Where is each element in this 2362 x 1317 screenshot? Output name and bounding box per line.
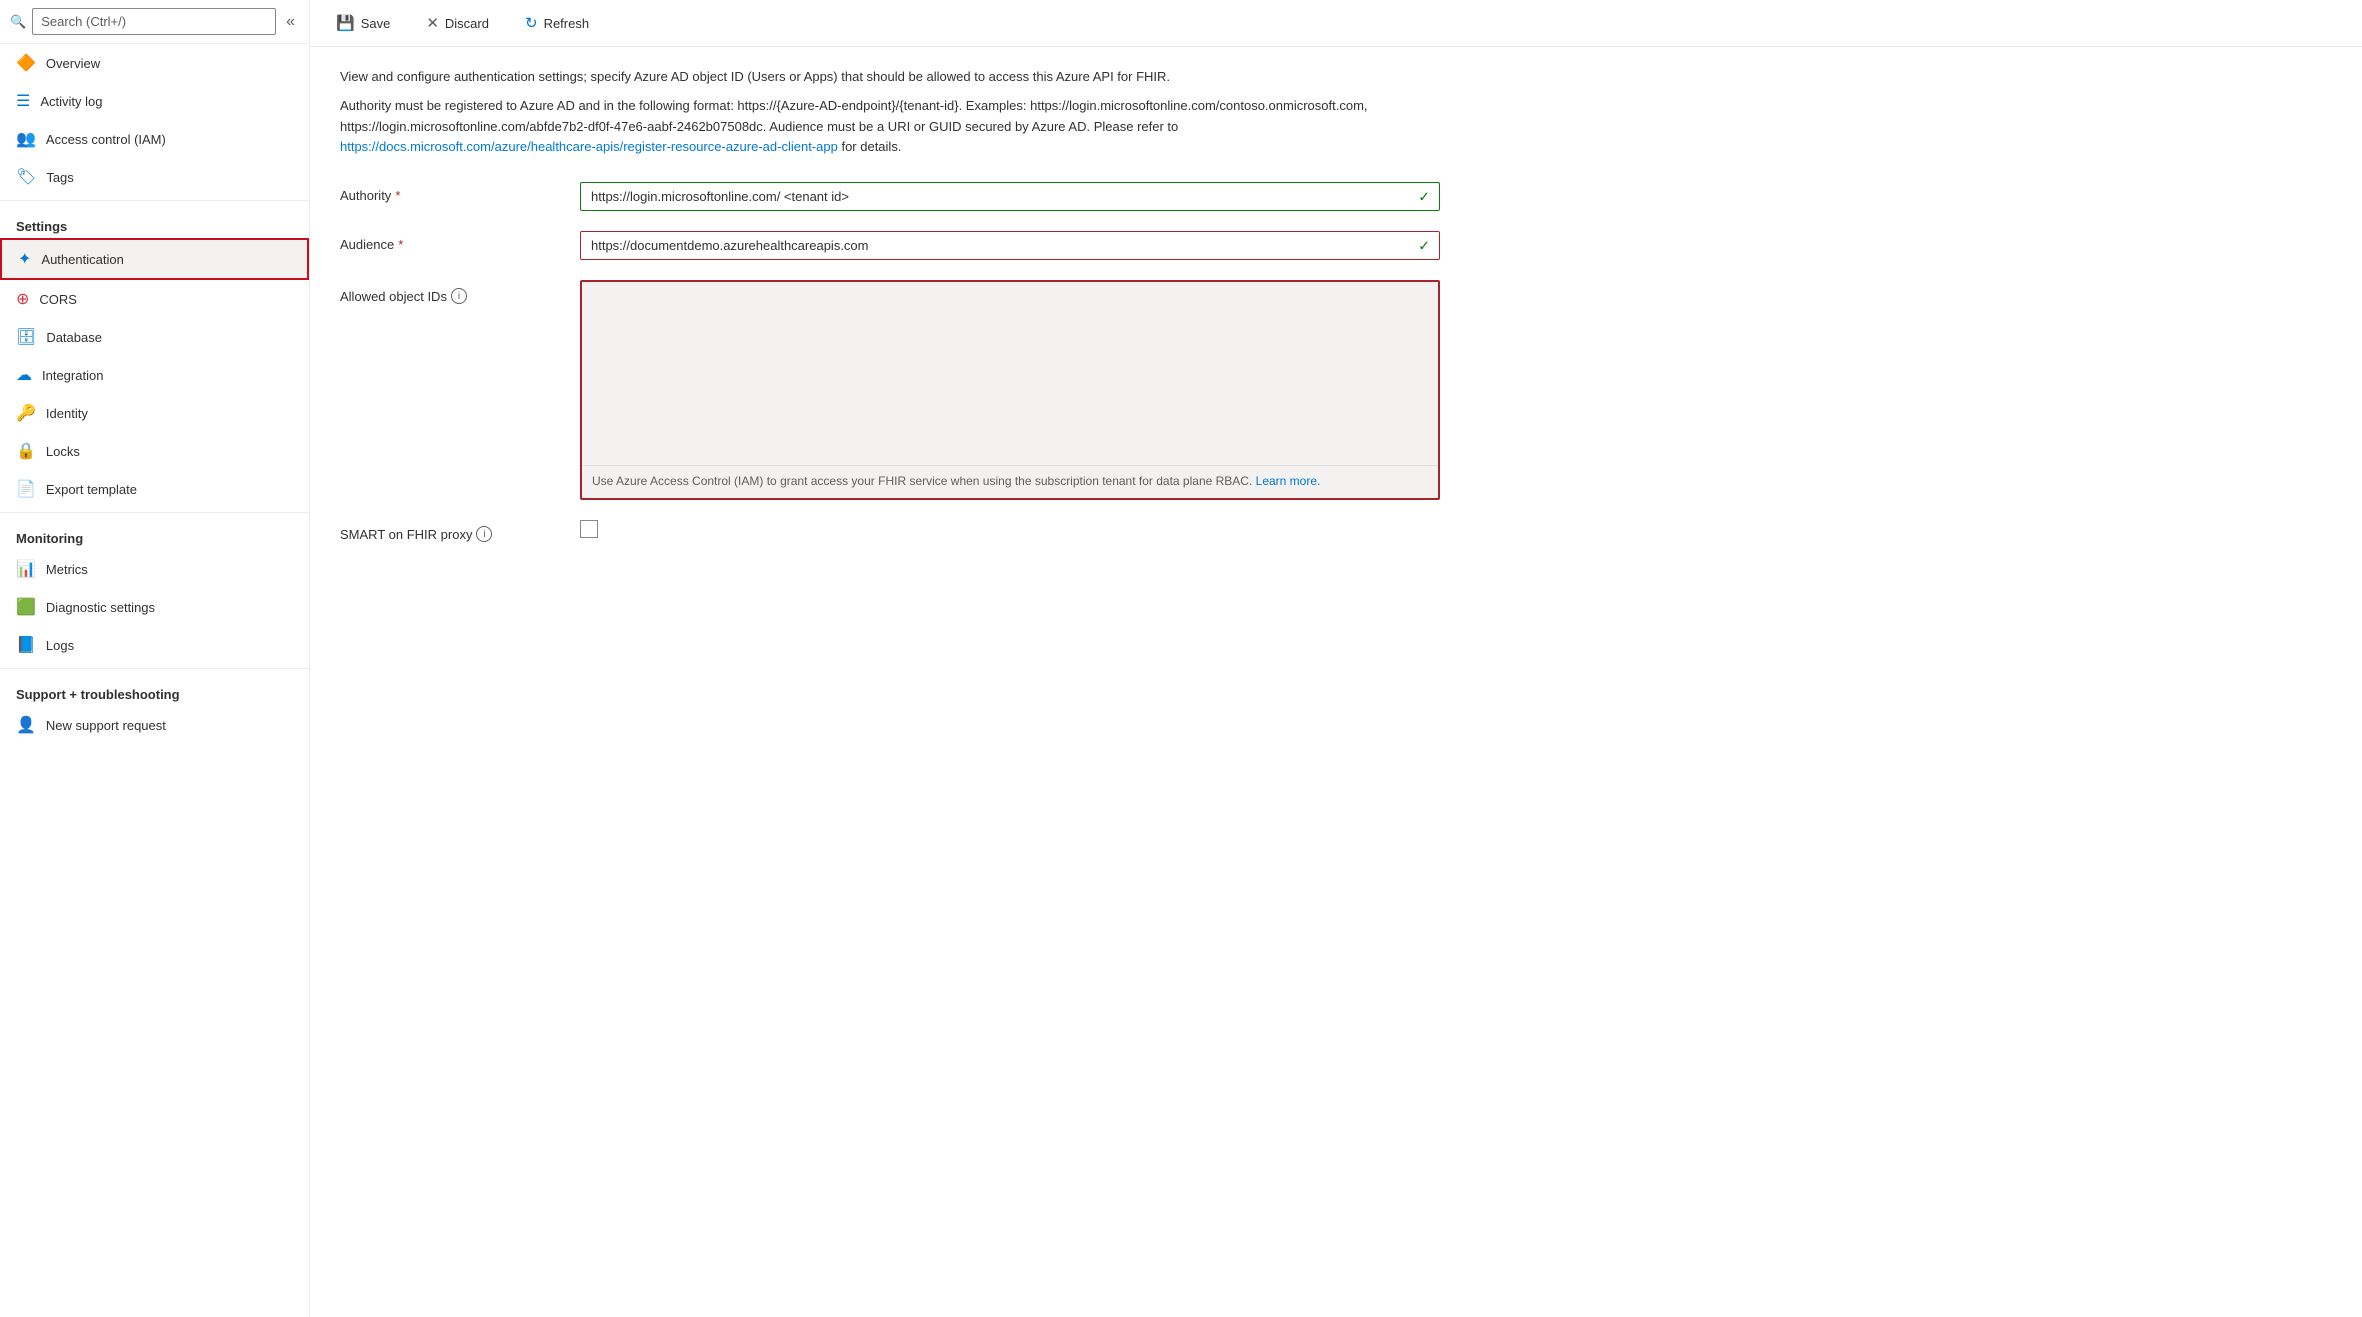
metrics-icon: 📊	[16, 559, 36, 579]
sidebar-item-overview[interactable]: 🔶 Overview	[0, 44, 309, 82]
audience-row: Audience * ✓	[340, 231, 1440, 260]
sidebar-item-new-support[interactable]: 👤 New support request	[0, 706, 309, 744]
cors-icon: ⊕	[16, 289, 29, 309]
audience-required-star: *	[398, 237, 403, 252]
allowed-object-ids-textarea-wrap: Use Azure Access Control (IAM) to grant …	[580, 280, 1440, 500]
sidebar-item-database[interactable]: 🗄 Database	[0, 318, 309, 356]
allowed-object-ids-hint: Use Azure Access Control (IAM) to grant …	[582, 465, 1438, 498]
save-label: Save	[361, 16, 391, 31]
main-panel: 💾 Save ✕ Discard ↻ Refresh View and conf…	[310, 0, 2362, 1317]
identity-icon: 🔑	[16, 403, 36, 423]
sidebar-item-cors[interactable]: ⊕ CORS	[0, 280, 309, 318]
tags-icon: 🏷	[16, 167, 36, 187]
allowed-object-ids-info-icon[interactable]: i	[451, 288, 467, 304]
refresh-icon: ↻	[525, 14, 538, 32]
logs-icon: 📘	[16, 635, 36, 655]
audience-input-wrap: ✓	[580, 231, 1440, 260]
toolbar: 💾 Save ✕ Discard ↻ Refresh	[310, 0, 2362, 47]
sidebar-item-identity[interactable]: 🔑 Identity	[0, 394, 309, 432]
support-icon: 👤	[16, 715, 36, 735]
sidebar-item-label: CORS	[39, 292, 77, 307]
sidebar-item-label: Logs	[46, 638, 74, 653]
sidebar-item-metrics[interactable]: 📊 Metrics	[0, 550, 309, 588]
section-monitoring: Monitoring	[0, 517, 309, 550]
authentication-icon: ✦	[18, 249, 31, 269]
sidebar-item-integration[interactable]: ☁ Integration	[0, 356, 309, 394]
diagnostic-icon: 🟩	[16, 597, 36, 617]
locks-icon: 🔒	[16, 441, 36, 461]
learn-more-link[interactable]: Learn more.	[1256, 474, 1321, 488]
sidebar: 🔍 « 🔶 Overview ☰ Activity log 👥 Access c…	[0, 0, 310, 1317]
sidebar-item-label: Authentication	[41, 252, 123, 267]
smart-fhir-label: SMART on FHIR proxy i	[340, 520, 560, 542]
search-box: 🔍 «	[0, 0, 309, 44]
audience-valid-icon: ✓	[1418, 237, 1430, 254]
export-template-icon: 📄	[16, 479, 36, 499]
smart-fhir-row: SMART on FHIR proxy i	[340, 520, 1440, 542]
sidebar-item-label: Integration	[42, 368, 103, 383]
sidebar-item-export-template[interactable]: 📄 Export template	[0, 470, 309, 508]
access-control-icon: 👥	[16, 129, 36, 149]
authority-input-wrap: ✓	[580, 182, 1440, 211]
search-input[interactable]	[32, 8, 276, 35]
docs-link[interactable]: https://docs.microsoft.com/azure/healthc…	[340, 139, 838, 154]
authentication-form: Authority * ✓ Audience * ✓	[340, 182, 1440, 542]
sidebar-item-logs[interactable]: 📘 Logs	[0, 626, 309, 664]
sidebar-item-label: Database	[46, 330, 102, 345]
sidebar-item-label: Identity	[46, 406, 88, 421]
discard-button[interactable]: ✕ Discard	[420, 10, 495, 36]
authority-row: Authority * ✓	[340, 182, 1440, 211]
refresh-label: Refresh	[544, 16, 590, 31]
sidebar-item-locks[interactable]: 🔒 Locks	[0, 432, 309, 470]
smart-fhir-checkbox-wrap	[580, 520, 598, 538]
divider-settings	[0, 200, 309, 201]
sidebar-item-label: Locks	[46, 444, 80, 459]
sidebar-item-label: Tags	[46, 170, 73, 185]
description-text-before-link: Authority must be registered to Azure AD…	[340, 98, 1368, 134]
save-button[interactable]: 💾 Save	[330, 10, 396, 36]
sidebar-item-activity-log[interactable]: ☰ Activity log	[0, 82, 309, 120]
sidebar-item-diagnostic[interactable]: 🟩 Diagnostic settings	[0, 588, 309, 626]
description-line1: View and configure authentication settin…	[340, 67, 1390, 88]
allowed-object-ids-textarea[interactable]	[582, 282, 1438, 462]
authority-label: Authority *	[340, 182, 560, 203]
section-support: Support + troubleshooting	[0, 673, 309, 706]
authority-input[interactable]	[580, 182, 1440, 211]
sidebar-item-label: Overview	[46, 56, 100, 71]
description-line2: Authority must be registered to Azure AD…	[340, 96, 1390, 158]
activity-log-icon: ☰	[16, 91, 30, 111]
collapse-button[interactable]: «	[282, 9, 299, 35]
save-icon: 💾	[336, 14, 355, 32]
sidebar-item-label: Diagnostic settings	[46, 600, 155, 615]
nav-top: 🔶 Overview ☰ Activity log 👥 Access contr…	[0, 44, 309, 196]
smart-fhir-checkbox[interactable]	[580, 520, 598, 538]
authority-required-star: *	[395, 188, 400, 203]
sidebar-item-authentication[interactable]: ✦ Authentication	[0, 238, 309, 280]
search-icon: 🔍	[10, 14, 26, 30]
smart-fhir-info-icon[interactable]: i	[476, 526, 492, 542]
integration-icon: ☁	[16, 365, 32, 385]
sidebar-item-label: Export template	[46, 482, 137, 497]
sidebar-item-label: Access control (IAM)	[46, 132, 166, 147]
section-settings: Settings	[0, 205, 309, 238]
divider-support	[0, 668, 309, 669]
overview-icon: 🔶	[16, 53, 36, 73]
discard-icon: ✕	[426, 14, 439, 32]
audience-label: Audience *	[340, 231, 560, 252]
sidebar-item-access-control[interactable]: 👥 Access control (IAM)	[0, 120, 309, 158]
discard-label: Discard	[445, 16, 489, 31]
database-icon: 🗄	[16, 327, 36, 347]
sidebar-item-label: Metrics	[46, 562, 88, 577]
audience-input[interactable]	[580, 231, 1440, 260]
sidebar-item-label: New support request	[46, 718, 166, 733]
sidebar-item-tags[interactable]: 🏷 Tags	[0, 158, 309, 196]
divider-monitoring	[0, 512, 309, 513]
allowed-object-ids-label: Allowed object IDs i	[340, 280, 560, 304]
refresh-button[interactable]: ↻ Refresh	[519, 10, 595, 36]
content-area: View and configure authentication settin…	[310, 47, 2362, 1317]
sidebar-item-label: Activity log	[40, 94, 102, 109]
description-text-after-link: for details.	[841, 139, 901, 154]
authority-valid-icon: ✓	[1418, 188, 1430, 205]
allowed-object-ids-row: Allowed object IDs i Use Azure Access Co…	[340, 280, 1440, 500]
